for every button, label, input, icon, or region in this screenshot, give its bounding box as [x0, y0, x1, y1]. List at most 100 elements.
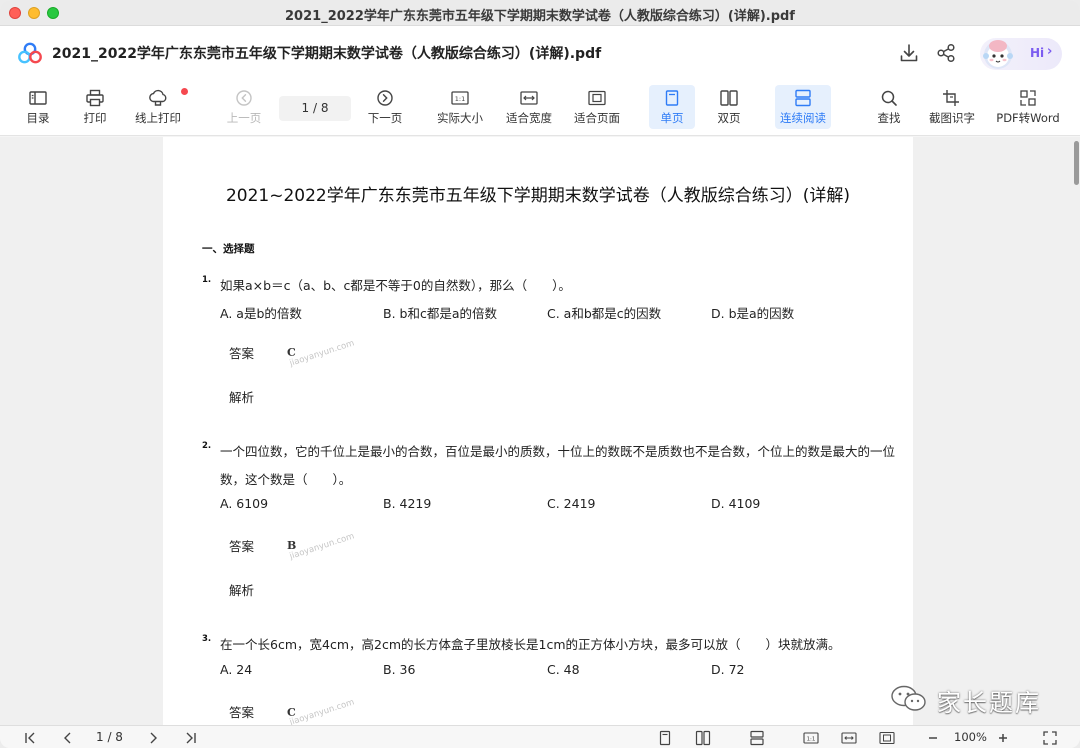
double-page-icon[interactable] [695, 730, 711, 746]
next-page-icon[interactable] [145, 730, 161, 746]
circle-arrow-left-icon [236, 90, 252, 106]
watermark: jiaoyanyun.com [288, 697, 356, 725]
zoom-out-icon[interactable] [925, 730, 941, 746]
option-d: D. 4109 [711, 496, 761, 511]
next-page-label: 下一页 [367, 111, 403, 125]
section-heading: 一、选择题 [202, 243, 255, 255]
question-number: 3. [202, 634, 212, 644]
option-c: C. a和b都是c的因数 [547, 306, 662, 321]
continuous-scroll-icon[interactable] [749, 730, 765, 746]
screenshot-ocr-label: 截图识字 [929, 111, 975, 125]
document-title: 2021_2022学年广东东莞市五年级下学期期末数学试卷（人教版综合练习）(详解… [52, 46, 602, 62]
answer-label: 答案 [229, 539, 255, 554]
fit-width-icon[interactable] [841, 730, 857, 746]
assistant-button[interactable]: Hi › [980, 38, 1062, 70]
find-label: 查找 [877, 111, 901, 125]
question-number: 2. [202, 441, 212, 451]
pdf-title: 2021~2022学年广东东莞市五年级下学期期末数学试卷（人教版综合练习）(详解… [225, 186, 851, 206]
last-page-icon[interactable] [183, 730, 199, 746]
question-text: 在一个长6cm，宽4cm，高2cm的长方体盒子里放棱长是1cm的正方体小方块，最… [220, 637, 841, 652]
question-text: 一个四位数，它的千位上是最小的合数，百位是最小的质数，十位上的数既不是质数也不是… [220, 444, 896, 459]
option-c: C. 2419 [547, 496, 596, 511]
document-viewer[interactable]: 2021~2022学年广东东莞市五年级下学期期末数学试卷（人教版综合练习）(详解… [0, 137, 1080, 725]
fit-page-button[interactable]: 适合页面 [571, 85, 623, 129]
window-title: 2021_2022学年广东东莞市五年级下学期期末数学试卷（人教版综合练习）(详解… [285, 9, 795, 24]
single-page-button[interactable]: 单页 [649, 85, 695, 129]
prev-page-icon[interactable] [60, 730, 76, 746]
analysis-label: 解析 [229, 583, 255, 598]
watermark: jiaoyanyun.com [288, 531, 356, 562]
question-text: 如果a×b＝c（a、b、c都是不等于0的自然数），那么（ ）。 [220, 278, 571, 293]
option-b: B. 4219 [383, 496, 432, 511]
vertical-scrollbar[interactable] [1074, 141, 1079, 185]
question-number: 1. [202, 275, 212, 285]
actual-size-button[interactable]: 1:1 实际大小 [434, 85, 486, 129]
zoom-level[interactable]: 100% [954, 730, 987, 744]
svg-text:1:1: 1:1 [807, 737, 816, 743]
convert-icon [1020, 90, 1036, 106]
question-text-continued: 数，这个数是（ ）。 [220, 472, 352, 487]
bottom-page-indicator[interactable]: 1 / 8 [96, 730, 123, 744]
pdf-to-word-label: PDF转Word [996, 111, 1060, 125]
actual-size-label: 实际大小 [437, 111, 483, 125]
option-b: B. b和c都是a的倍数 [383, 306, 497, 321]
option-c: C. 48 [547, 662, 580, 677]
wechat-icon [891, 685, 926, 711]
titlebar: 2021_2022学年广东东莞市五年级下学期期末数学试卷（人教版综合练习）(详解… [0, 0, 1080, 26]
fit-width-button[interactable]: 适合宽度 [503, 85, 555, 129]
find-button[interactable]: 查找 [869, 85, 909, 129]
sidebar-icon [29, 91, 47, 105]
watermark: jiaoyanyun.com [288, 338, 356, 369]
search-icon [881, 90, 897, 106]
answer-label: 答案 [229, 705, 255, 720]
download-icon[interactable] [898, 42, 920, 64]
prev-page-button[interactable]: 上一页 [224, 85, 264, 129]
fit-width-icon [520, 91, 538, 105]
toolbar: 目录 打印 线上打印 上一页 1 / 8 下一页 1:1 实际大小 适合宽度 适… [0, 80, 1080, 136]
fit-width-label: 适合宽度 [506, 111, 552, 125]
online-print-label: 线上打印 [135, 111, 181, 125]
fit-page-icon[interactable] [879, 730, 895, 746]
option-a: A. 24 [220, 662, 253, 677]
continuous-reading-label: 连续阅读 [780, 111, 826, 125]
pdf-to-word-button[interactable]: PDF转Word [994, 85, 1062, 129]
printer-icon [86, 89, 104, 107]
first-page-icon[interactable] [22, 730, 38, 746]
share-icon[interactable] [935, 42, 957, 64]
crop-text-icon [943, 90, 959, 106]
page-number-input[interactable]: 1 / 8 [279, 96, 351, 121]
brand-watermark: 家长题库 [890, 683, 1050, 717]
assistant-label: Hi [1030, 46, 1045, 60]
actual-size-icon: 1:1 [451, 91, 469, 105]
option-b: B. 36 [383, 662, 416, 677]
assistant-avatar-icon [983, 40, 1013, 69]
option-d: D. 72 [711, 662, 745, 677]
chevron-right-icon: › [1047, 44, 1053, 59]
svg-text:1:1: 1:1 [455, 95, 465, 103]
contents-button[interactable]: 目录 [18, 85, 58, 129]
next-page-button[interactable]: 下一页 [365, 85, 405, 129]
pdf-page: 2021~2022学年广东东莞市五年级下学期期末数学试卷（人教版综合练习）(详解… [163, 137, 913, 725]
answer-label: 答案 [229, 346, 255, 361]
single-page-icon[interactable] [657, 730, 673, 746]
fullscreen-icon[interactable] [1042, 730, 1058, 746]
notification-dot [181, 88, 188, 95]
double-page-label: 双页 [717, 111, 741, 125]
zoom-in-icon[interactable] [995, 730, 1011, 746]
cloud-print-icon [149, 89, 167, 106]
app-logo-icon [18, 42, 42, 64]
online-print-button[interactable]: 线上打印 [132, 85, 188, 129]
double-page-button[interactable]: 双页 [709, 85, 749, 129]
screenshot-ocr-button[interactable]: 截图识字 [926, 85, 978, 129]
continuous-reading-button[interactable]: 连续阅读 [775, 85, 831, 129]
actual-size-icon[interactable]: 1:1 [803, 730, 819, 746]
option-a: A. a是b的倍数 [220, 306, 302, 321]
print-label: 打印 [83, 111, 107, 125]
app-window: 2021_2022学年广东东莞市五年级下学期期末数学试卷（人教版综合练习）(详解… [0, 0, 1080, 748]
fit-page-label: 适合页面 [574, 111, 620, 125]
continuous-scroll-icon [795, 89, 811, 107]
print-button[interactable]: 打印 [75, 85, 115, 129]
double-page-icon [720, 90, 738, 106]
app-header: 2021_2022学年广东东莞市五年级下学期期末数学试卷（人教版综合练习）(详解… [0, 26, 1080, 80]
analysis-label: 解析 [229, 390, 255, 405]
